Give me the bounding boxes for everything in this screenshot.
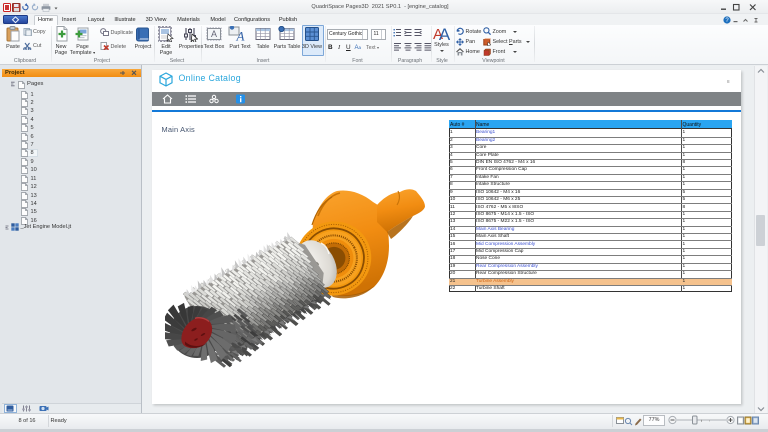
- svg-text:A: A: [236, 29, 245, 43]
- svg-text:A: A: [439, 25, 450, 41]
- svg-text:A: A: [211, 29, 217, 39]
